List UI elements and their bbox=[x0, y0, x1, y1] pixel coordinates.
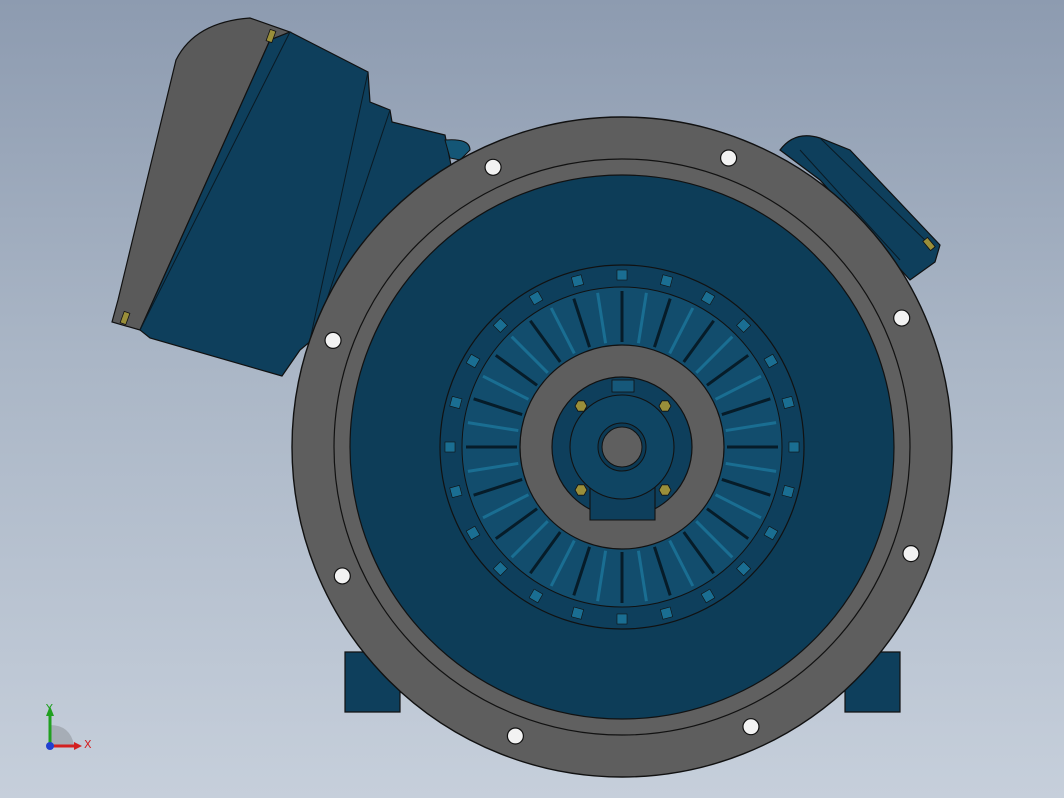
flange-hole bbox=[484, 158, 502, 176]
hub-bolt bbox=[658, 484, 672, 496]
flange-hole bbox=[506, 727, 524, 745]
flange-hole bbox=[324, 331, 342, 349]
fan-cover-notch bbox=[449, 395, 463, 409]
triad-y-label: Y bbox=[45, 702, 53, 715]
hub-bolt bbox=[574, 484, 588, 496]
fan-cover-notch bbox=[444, 441, 456, 453]
graphics-viewport[interactable]: Y X bbox=[0, 0, 1064, 798]
fan-cover-notch bbox=[616, 613, 628, 625]
fan-cover-notch bbox=[660, 606, 674, 620]
motor-model-3d[interactable]: Y X bbox=[0, 0, 1064, 798]
fan-cover-notch bbox=[781, 485, 795, 499]
fan-cover[interactable] bbox=[439, 264, 805, 630]
triad-x-label: X bbox=[84, 738, 92, 751]
shaft-end bbox=[601, 426, 643, 468]
fan-cover-notch bbox=[781, 395, 795, 409]
fan-cover-notch bbox=[660, 274, 674, 288]
hub-bolt bbox=[574, 400, 588, 412]
triad-arc bbox=[50, 725, 74, 745]
flange-hole bbox=[720, 149, 738, 167]
flange-hole bbox=[742, 718, 760, 736]
fan-cover-notch bbox=[570, 606, 584, 620]
fan-cover-notch bbox=[788, 441, 800, 453]
fan-cover-notch bbox=[570, 274, 584, 288]
triad-x-arrow bbox=[74, 742, 82, 750]
flange-hole bbox=[333, 567, 351, 585]
flange-hole bbox=[893, 309, 911, 327]
view-triad[interactable]: Y X bbox=[45, 702, 92, 751]
fan-cover-notch bbox=[449, 485, 463, 499]
hub-bolt bbox=[658, 400, 672, 412]
flange-hole bbox=[902, 545, 920, 563]
triad-z-origin bbox=[46, 742, 54, 750]
shaft-key bbox=[611, 379, 635, 393]
fan-cover-notch bbox=[616, 269, 628, 281]
